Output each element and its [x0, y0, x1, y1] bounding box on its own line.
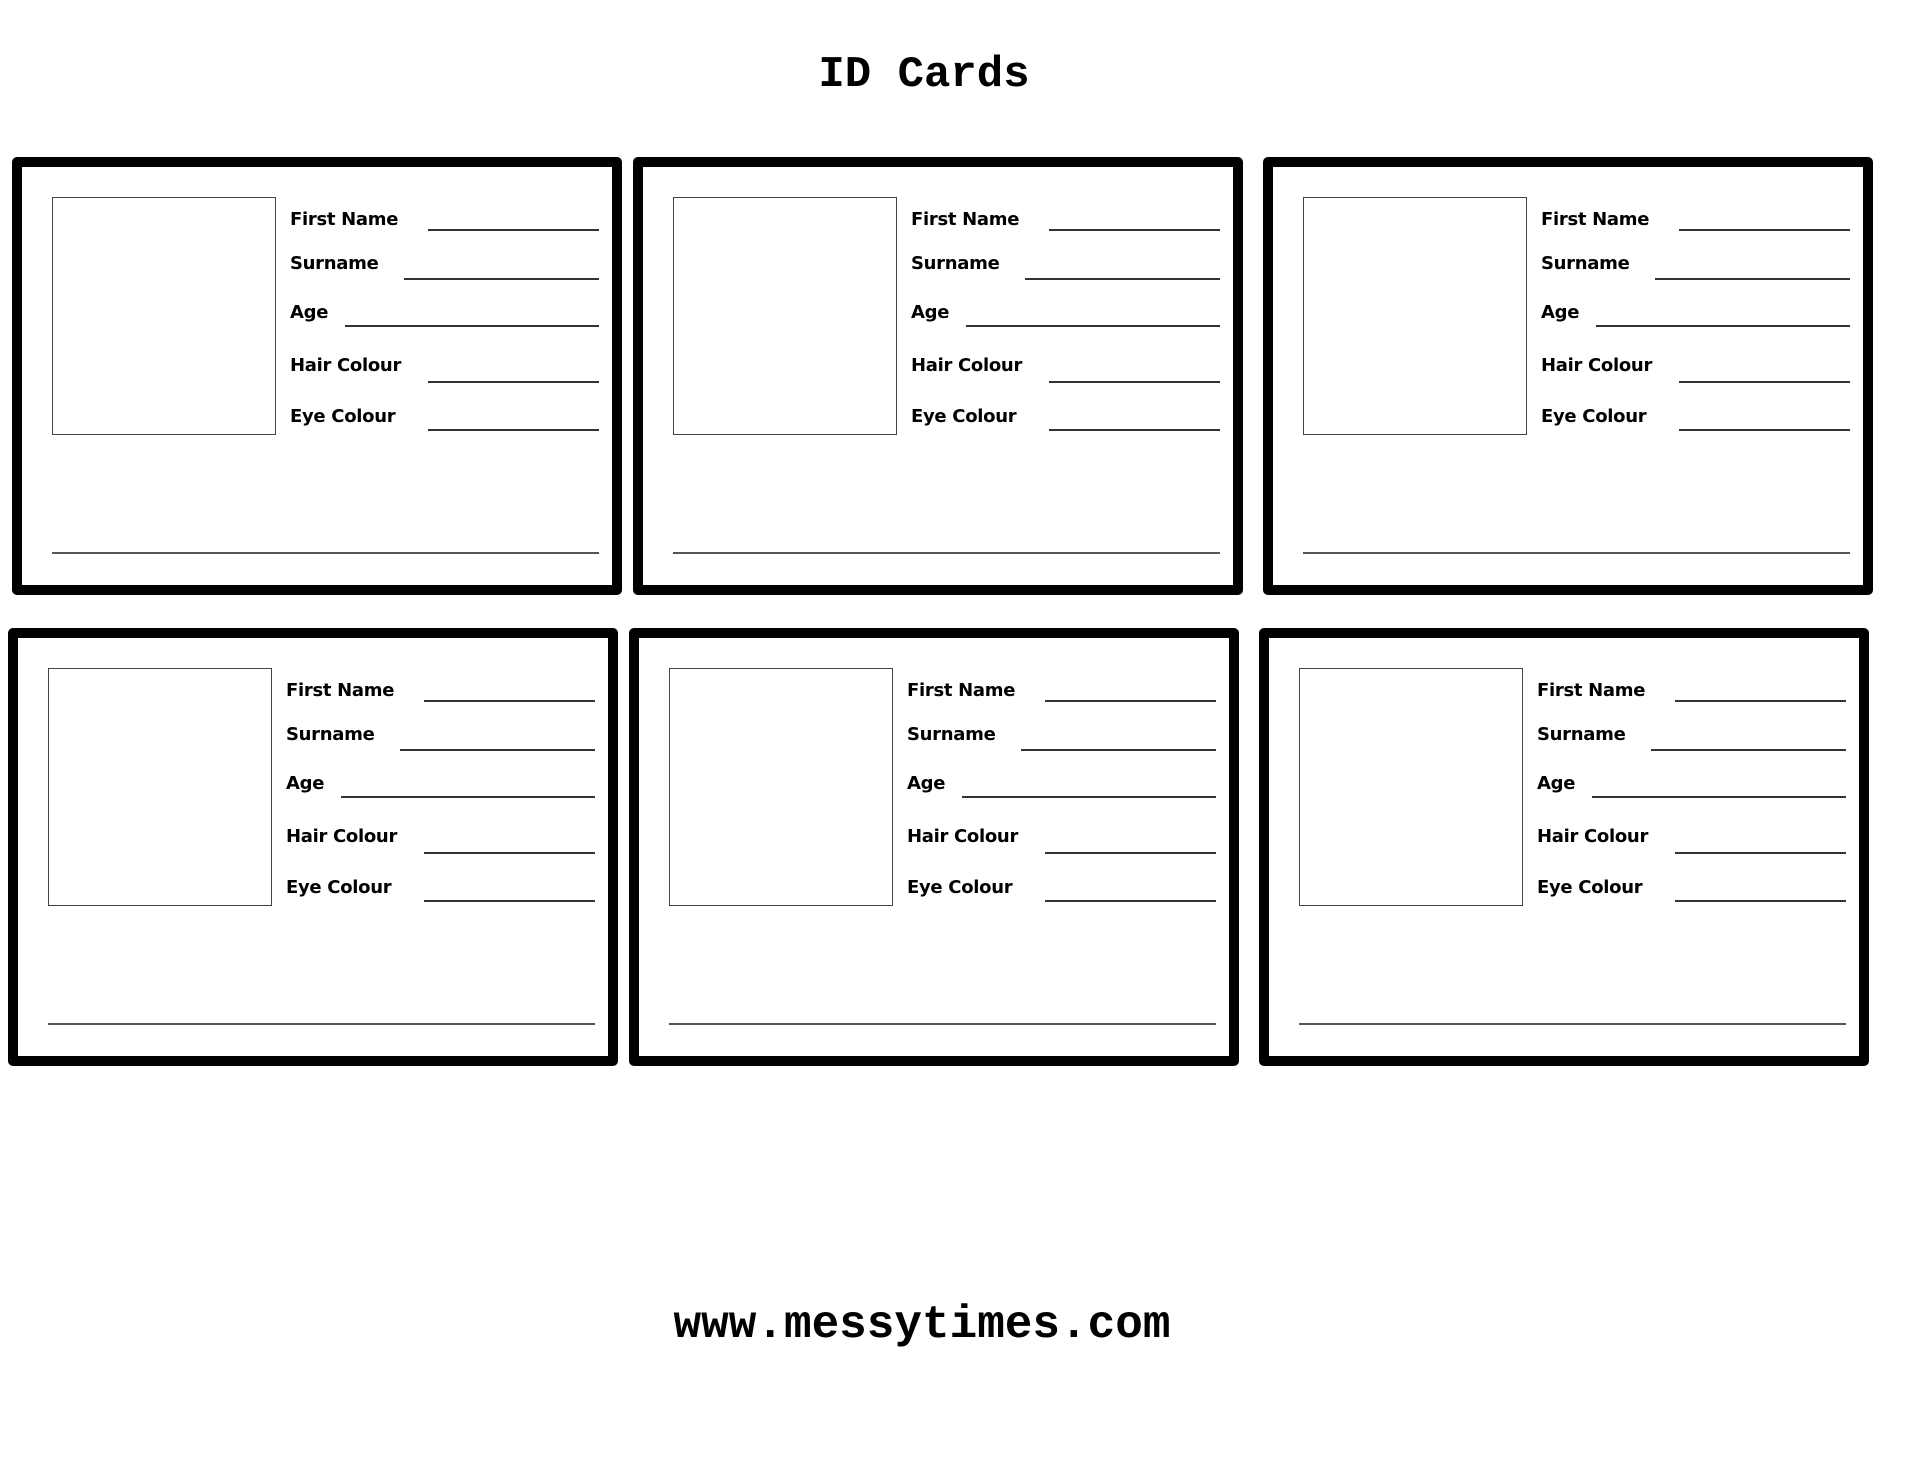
- surname-label: Surname: [290, 253, 379, 274]
- first-name-label: First Name: [290, 209, 399, 230]
- hair-colour-label: Hair Colour: [1541, 355, 1653, 376]
- first-name-line[interactable]: [1045, 700, 1216, 702]
- signature-line[interactable]: [48, 1023, 595, 1025]
- hair-colour-label: Hair Colour: [911, 355, 1023, 376]
- id-card-3: First Name Surname Age Hair Colour Eye C…: [1263, 157, 1873, 595]
- hair-colour-label: Hair Colour: [290, 355, 402, 376]
- hair-colour-line[interactable]: [1675, 852, 1846, 854]
- eye-colour-label: Eye Colour: [907, 877, 1013, 898]
- surname-line[interactable]: [1655, 278, 1850, 280]
- hair-colour-line[interactable]: [1679, 381, 1850, 383]
- surname-line[interactable]: [1651, 749, 1846, 751]
- signature-line[interactable]: [52, 552, 599, 554]
- age-label: Age: [286, 773, 325, 794]
- age-label: Age: [290, 302, 329, 323]
- first-name-label: First Name: [1541, 209, 1650, 230]
- first-name-line[interactable]: [1049, 229, 1220, 231]
- eye-colour-label: Eye Colour: [1537, 877, 1643, 898]
- surname-label: Surname: [1541, 253, 1630, 274]
- eye-colour-line[interactable]: [1675, 900, 1846, 902]
- photo-box: [1299, 668, 1523, 906]
- age-label: Age: [911, 302, 950, 323]
- eye-colour-label: Eye Colour: [911, 406, 1017, 427]
- surname-line[interactable]: [1021, 749, 1216, 751]
- age-line[interactable]: [1596, 325, 1850, 327]
- id-card-2: First Name Surname Age Hair Colour Eye C…: [633, 157, 1243, 595]
- eye-colour-line[interactable]: [428, 429, 599, 431]
- surname-label: Surname: [1537, 724, 1626, 745]
- age-label: Age: [1541, 302, 1580, 323]
- eye-colour-label: Eye Colour: [286, 877, 392, 898]
- photo-box: [48, 668, 272, 906]
- photo-box: [669, 668, 893, 906]
- surname-label: Surname: [907, 724, 996, 745]
- hair-colour-label: Hair Colour: [1537, 826, 1649, 847]
- signature-line[interactable]: [673, 552, 1220, 554]
- eye-colour-label: Eye Colour: [1541, 406, 1647, 427]
- footer-url: www.messytimes.com: [673, 1299, 1171, 1351]
- surname-line[interactable]: [400, 749, 595, 751]
- hair-colour-label: Hair Colour: [907, 826, 1019, 847]
- id-card-1: First Name Surname Age Hair Colour Eye C…: [12, 157, 622, 595]
- id-card-5: First Name Surname Age Hair Colour Eye C…: [629, 628, 1239, 1066]
- hair-colour-label: Hair Colour: [286, 826, 398, 847]
- eye-colour-label: Eye Colour: [290, 406, 396, 427]
- age-line[interactable]: [966, 325, 1220, 327]
- age-line[interactable]: [1592, 796, 1846, 798]
- age-line[interactable]: [345, 325, 599, 327]
- eye-colour-line[interactable]: [1045, 900, 1216, 902]
- page-title: ID Cards: [818, 50, 1030, 100]
- signature-line[interactable]: [669, 1023, 1216, 1025]
- photo-box: [1303, 197, 1527, 435]
- id-card-4: First Name Surname Age Hair Colour Eye C…: [8, 628, 618, 1066]
- first-name-label: First Name: [1537, 680, 1646, 701]
- hair-colour-line[interactable]: [1045, 852, 1216, 854]
- surname-line[interactable]: [1025, 278, 1220, 280]
- age-line[interactable]: [962, 796, 1216, 798]
- hair-colour-line[interactable]: [424, 852, 595, 854]
- surname-line[interactable]: [404, 278, 599, 280]
- id-card-6: First Name Surname Age Hair Colour Eye C…: [1259, 628, 1869, 1066]
- signature-line[interactable]: [1303, 552, 1850, 554]
- hair-colour-line[interactable]: [1049, 381, 1220, 383]
- hair-colour-line[interactable]: [428, 381, 599, 383]
- surname-label: Surname: [286, 724, 375, 745]
- first-name-label: First Name: [911, 209, 1020, 230]
- first-name-label: First Name: [907, 680, 1016, 701]
- first-name-line[interactable]: [1675, 700, 1846, 702]
- age-label: Age: [1537, 773, 1576, 794]
- photo-box: [52, 197, 276, 435]
- eye-colour-line[interactable]: [1049, 429, 1220, 431]
- first-name-line[interactable]: [1679, 229, 1850, 231]
- eye-colour-line[interactable]: [1679, 429, 1850, 431]
- first-name-line[interactable]: [428, 229, 599, 231]
- signature-line[interactable]: [1299, 1023, 1846, 1025]
- first-name-label: First Name: [286, 680, 395, 701]
- age-label: Age: [907, 773, 946, 794]
- photo-box: [673, 197, 897, 435]
- eye-colour-line[interactable]: [424, 900, 595, 902]
- surname-label: Surname: [911, 253, 1000, 274]
- first-name-line[interactable]: [424, 700, 595, 702]
- age-line[interactable]: [341, 796, 595, 798]
